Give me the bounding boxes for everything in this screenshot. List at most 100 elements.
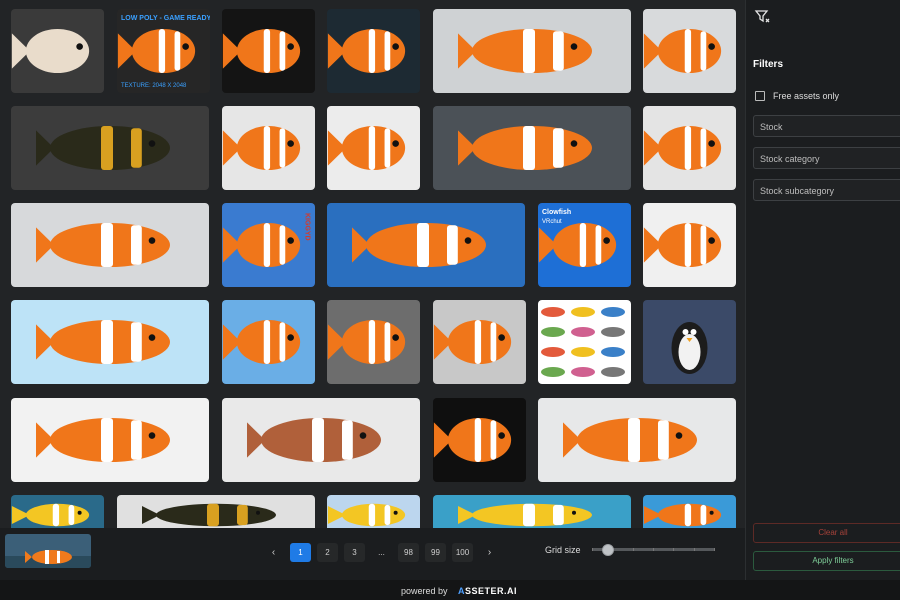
asset-tile[interactable] bbox=[643, 300, 736, 384]
slider-tick bbox=[713, 548, 715, 551]
page-100-button[interactable]: 100 bbox=[452, 543, 473, 562]
asseter-logo[interactable]: ASSETER.AI bbox=[458, 586, 517, 596]
asset-thumbnail bbox=[11, 503, 90, 527]
tile-caption: Clowfish bbox=[542, 209, 571, 216]
asset-tile[interactable] bbox=[11, 300, 209, 384]
asset-tile[interactable] bbox=[433, 495, 631, 528]
asset-thumbnail bbox=[327, 29, 406, 73]
slider-tick bbox=[592, 548, 593, 551]
asset-tile[interactable] bbox=[222, 398, 420, 482]
asset-tile[interactable] bbox=[11, 106, 209, 190]
pagination-ellipsis: ... bbox=[378, 548, 385, 557]
next-page-button[interactable]: › bbox=[479, 543, 500, 562]
asset-thumbnail bbox=[36, 126, 170, 170]
tile-caption-secondary: TEXTURE: 2048 X 2048 bbox=[121, 83, 187, 89]
asset-tile[interactable] bbox=[643, 495, 736, 528]
asset-tile[interactable] bbox=[327, 495, 420, 528]
asset-tile[interactable] bbox=[538, 300, 631, 384]
page-2-button[interactable]: 2 bbox=[317, 543, 338, 562]
page-3-button[interactable]: 3 bbox=[344, 543, 365, 562]
asset-tile[interactable] bbox=[11, 9, 104, 93]
asset-thumbnail: KIGGYD bbox=[222, 213, 311, 267]
slider-tick bbox=[652, 548, 654, 551]
asset-tile[interactable] bbox=[538, 398, 736, 482]
asset-tile[interactable] bbox=[327, 300, 420, 384]
free-assets-checkbox[interactable] bbox=[755, 91, 765, 101]
asset-thumbnail bbox=[36, 223, 170, 267]
asset-tile[interactable]: KIGGYD bbox=[222, 203, 315, 287]
footer: powered by ASSETER.AI bbox=[0, 580, 900, 600]
slider-tick bbox=[632, 548, 634, 551]
selected-asset-preview[interactable] bbox=[5, 534, 91, 568]
stock-category-select[interactable]: Stock category bbox=[753, 147, 900, 169]
asset-tile[interactable] bbox=[643, 106, 736, 190]
asset-thumbnail bbox=[36, 320, 170, 364]
asset-tile[interactable] bbox=[222, 9, 315, 93]
asset-tile[interactable]: LOW POLY - GAME READY TEXTURE: 2048 X 204… bbox=[117, 9, 210, 93]
asset-thumbnail bbox=[458, 126, 592, 170]
asset-thumbnail bbox=[222, 320, 301, 364]
page-1-button[interactable]: 1 bbox=[290, 543, 311, 562]
asset-gallery: LOW POLY - GAME READY TEXTURE: 2048 X 204… bbox=[0, 0, 745, 580]
asset-tile[interactable] bbox=[327, 106, 420, 190]
asset-thumbnail bbox=[222, 29, 301, 73]
asset-grid: LOW POLY - GAME READY TEXTURE: 2048 X 204… bbox=[0, 0, 745, 528]
tile-side-text: KIGGYD bbox=[304, 213, 311, 241]
filter-icon[interactable] bbox=[754, 8, 772, 26]
prev-page-button[interactable]: ‹ bbox=[263, 543, 284, 562]
slider-tick bbox=[693, 548, 695, 551]
slider-tick bbox=[673, 548, 675, 551]
asset-thumbnail bbox=[643, 126, 722, 170]
apply-filters-button[interactable]: Apply filters bbox=[753, 551, 900, 571]
filters-title: Filters bbox=[753, 59, 784, 70]
asset-thumbnail bbox=[643, 223, 722, 267]
asset-tile[interactable] bbox=[433, 9, 631, 93]
asset-thumbnail bbox=[541, 307, 625, 377]
asset-tile[interactable] bbox=[433, 398, 526, 482]
asset-thumbnail bbox=[433, 418, 512, 462]
asset-tile[interactable] bbox=[11, 203, 209, 287]
stock-subcategory-select[interactable]: Stock subcategory bbox=[753, 179, 900, 201]
grid-size-slider[interactable] bbox=[592, 544, 715, 556]
asset-thumbnail bbox=[671, 322, 708, 374]
page-98-button[interactable]: 98 bbox=[398, 543, 419, 562]
page-99-button[interactable]: 99 bbox=[425, 543, 446, 562]
asset-tile[interactable] bbox=[327, 203, 525, 287]
asset-tile[interactable] bbox=[11, 495, 104, 528]
asset-tile[interactable] bbox=[327, 9, 420, 93]
asset-thumbnail bbox=[142, 503, 276, 527]
asset-thumbnail bbox=[36, 418, 170, 462]
pagination: ‹ 1 2 3 ... 98 99 100 › bbox=[263, 543, 500, 562]
grid-size-slider-thumb[interactable] bbox=[602, 544, 615, 556]
asset-thumbnail bbox=[222, 126, 301, 170]
asset-thumbnail bbox=[327, 320, 406, 364]
asset-thumbnail bbox=[458, 29, 592, 73]
asset-thumbnail: LOW POLY - GAME READY TEXTURE: 2048 X 204… bbox=[117, 15, 210, 89]
asset-thumbnail: Clowfish VRchut bbox=[538, 209, 617, 267]
asset-tile[interactable] bbox=[117, 495, 315, 528]
asset-tile[interactable]: Clowfish VRchut bbox=[538, 203, 631, 287]
asset-thumbnail bbox=[643, 503, 722, 527]
asset-thumbnail bbox=[327, 503, 406, 527]
free-assets-checkbox-row[interactable]: Free assets only bbox=[755, 91, 839, 101]
gallery-bottom-bar: ‹ 1 2 3 ... 98 99 100 › Grid size bbox=[0, 528, 745, 580]
tile-caption-secondary: VRchut bbox=[542, 219, 562, 225]
asset-tile[interactable] bbox=[11, 398, 209, 482]
stock-select[interactable]: Stock bbox=[753, 115, 900, 137]
filters-sidebar: Filters Free assets only Stock Stock cat… bbox=[745, 0, 900, 580]
asset-tile[interactable] bbox=[222, 300, 315, 384]
asset-tile[interactable] bbox=[433, 106, 631, 190]
asset-tile[interactable] bbox=[643, 203, 736, 287]
asset-thumbnail bbox=[11, 29, 90, 73]
asset-thumbnail bbox=[327, 126, 406, 170]
asset-tile[interactable] bbox=[222, 106, 315, 190]
asset-thumbnail bbox=[433, 320, 512, 364]
asset-thumbnail bbox=[247, 418, 381, 462]
tile-caption: LOW POLY - GAME READY bbox=[121, 15, 210, 22]
free-assets-label: Free assets only bbox=[773, 91, 840, 101]
clear-all-button[interactable]: Clear all bbox=[753, 523, 900, 543]
grid-size-label: Grid size bbox=[545, 545, 581, 555]
asset-thumbnail bbox=[563, 418, 697, 462]
asset-tile[interactable] bbox=[433, 300, 526, 384]
asset-tile[interactable] bbox=[643, 9, 736, 93]
